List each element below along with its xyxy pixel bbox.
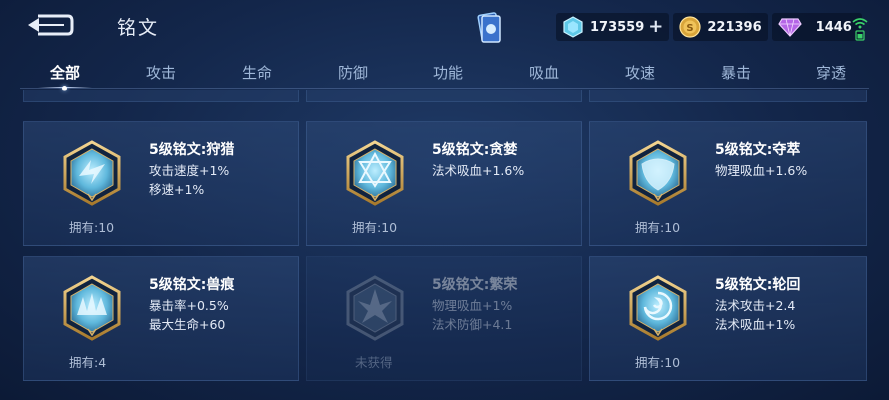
currency-bar: 173559 + S 221396 1446 <box>556 12 866 42</box>
tab-attack[interactable]: 攻击 <box>113 56 209 90</box>
category-tabs: 全部 攻击 生命 防御 功能 吸血 攻速 暴击 穿透 <box>0 56 889 90</box>
rune-card-prosper[interactable]: 5级铭文:繁荣 物理吸血+1% 法术防御+4.1 未获得 <box>306 256 582 381</box>
tab-utility[interactable]: 功能 <box>400 56 496 90</box>
rune-attribute: 移速+1% <box>149 182 205 197</box>
tab-attack-speed[interactable]: 攻速 <box>592 56 688 90</box>
cycle-rune-icon <box>629 275 687 341</box>
rune-name: 5级铭文:兽痕 <box>149 277 235 293</box>
rune-card-cycle[interactable]: 5级铭文:轮回 法术攻击+2.4 法术吸血+1% 拥有:10 <box>589 256 867 381</box>
rune-attribute: 暴击率+0.5% <box>149 298 229 313</box>
rune-name: 5级铭文:夺萃 <box>715 142 801 158</box>
tab-crit[interactable]: 暴击 <box>688 56 784 90</box>
diamond-currency[interactable]: 173559 + <box>556 13 670 41</box>
rune-card-extract[interactable]: 5级铭文:夺萃 物理吸血+1.6% 拥有:10 <box>589 121 867 246</box>
gem-currency: 1446 <box>771 13 862 41</box>
owned-count: 拥有:10 <box>635 355 681 370</box>
add-diamond-button[interactable]: + <box>648 18 663 36</box>
hunt-rune-icon <box>63 140 121 206</box>
owned-count: 拥有:4 <box>69 355 107 370</box>
rune-name: 5级铭文:轮回 <box>715 277 801 293</box>
rune-attribute: 法术吸血+1% <box>715 317 796 332</box>
svg-text:S: S <box>687 23 694 34</box>
rune-card-greed[interactable]: 5级铭文:贪婪 法术吸血+1.6% 拥有:10 <box>306 121 582 246</box>
tab-divider <box>20 88 869 89</box>
page-title: 铭文 <box>117 17 160 39</box>
prosper-rune-icon <box>346 275 404 341</box>
tab-penetration[interactable]: 穿透 <box>783 56 879 90</box>
gold-currency: S 221396 <box>673 13 768 41</box>
back-arrow-icon <box>28 14 74 36</box>
tab-all[interactable]: 全部 <box>17 56 113 90</box>
rune-attribute: 法术防御+4.1 <box>432 317 513 332</box>
owned-count: 拥有:10 <box>352 220 398 235</box>
rune-card-beast[interactable]: 5级铭文:兽痕 暴击率+0.5% 最大生命+60 拥有:4 <box>23 256 299 381</box>
gem-icon <box>777 18 802 37</box>
rune-attribute: 物理吸血+1% <box>432 298 513 313</box>
list-item-partial <box>306 90 582 102</box>
top-bar: 铭文 173559 + S 221396 1446 <box>0 0 889 54</box>
beast-rune-icon <box>63 275 121 341</box>
rune-attribute: 物理吸血+1.6% <box>715 163 808 178</box>
rune-attribute: 攻击速度+1% <box>149 163 230 178</box>
rune-attribute: 法术攻击+2.4 <box>715 298 796 313</box>
rune-name: 5级铭文:狩猎 <box>149 142 235 158</box>
wifi-battery-icon <box>851 15 869 41</box>
diamond-icon <box>563 16 583 38</box>
owned-count: 拥有:10 <box>69 220 115 235</box>
list-item-partial <box>23 90 299 102</box>
rune-name: 5级铭文:繁荣 <box>432 277 518 293</box>
rune-deck-icon[interactable] <box>472 10 506 46</box>
gold-coin-icon: S <box>679 16 701 38</box>
tab-health[interactable]: 生命 <box>209 56 305 90</box>
list-item-partial <box>589 90 867 102</box>
not-obtained-label: 未获得 <box>355 355 393 370</box>
rune-attribute: 最大生命+60 <box>149 317 226 332</box>
extract-rune-icon <box>629 140 687 206</box>
diamond-amount: 173559 <box>590 19 645 35</box>
tab-defense[interactable]: 防御 <box>305 56 401 90</box>
owned-count: 拥有:10 <box>635 220 681 235</box>
back-button[interactable] <box>24 12 76 38</box>
rune-attribute: 法术吸血+1.6% <box>432 163 525 178</box>
rune-card-hunt[interactable]: 5级铭文:狩猎 攻击速度+1% 移速+1% 拥有:10 <box>23 121 299 246</box>
gem-amount: 1446 <box>815 19 852 35</box>
greed-rune-icon <box>346 140 404 206</box>
gold-amount: 221396 <box>707 19 762 35</box>
rune-name: 5级铭文:贪婪 <box>432 142 518 158</box>
tab-lifesteal[interactable]: 吸血 <box>496 56 592 90</box>
